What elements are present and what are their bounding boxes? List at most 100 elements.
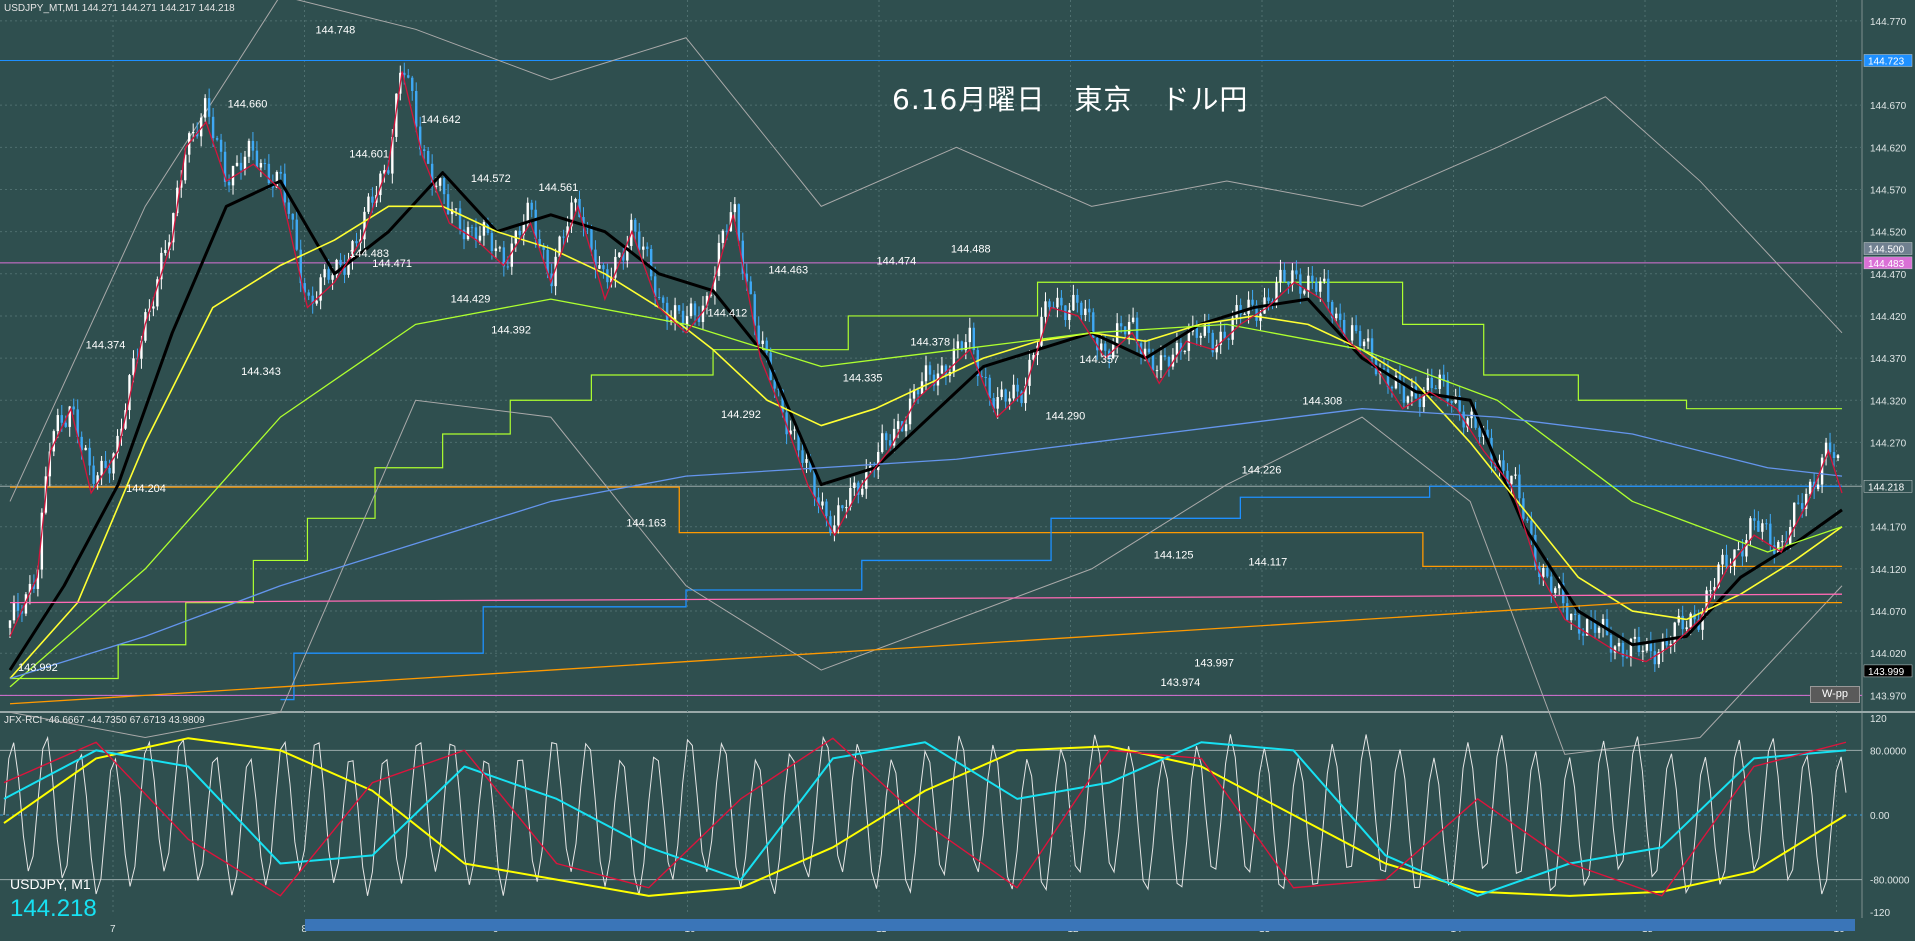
candle-body (1581, 633, 1585, 636)
candle-body (988, 377, 991, 399)
y-tick-label: 144.620 (1870, 143, 1907, 154)
candle-body (1382, 368, 1386, 370)
candle-body (407, 75, 410, 78)
candle-body (1757, 520, 1760, 532)
candle-body (733, 204, 737, 213)
y-tick-label: 144.020 (1870, 649, 1907, 660)
x-tick-label: 7 (110, 924, 116, 935)
y-tick-label: 144.670 (1870, 101, 1907, 112)
price-annotation: 144.488 (951, 244, 991, 256)
candle-body (853, 482, 856, 488)
candle-body (215, 138, 219, 140)
candle-body (805, 459, 808, 463)
candle-body (1434, 388, 1437, 390)
candle-body (1406, 396, 1410, 403)
candle-body (287, 202, 290, 214)
candle-body (737, 204, 741, 241)
candle-body (638, 231, 641, 250)
candle-body (562, 236, 565, 238)
candle-body (104, 460, 107, 468)
candle-body (307, 292, 310, 296)
candle-body (1044, 301, 1047, 317)
candle-body (454, 208, 458, 210)
candle-body (1673, 622, 1676, 644)
candle-body (478, 235, 482, 241)
wpp-label: W-pp (1810, 686, 1860, 703)
candle-body (1753, 518, 1756, 521)
candle-body (1677, 615, 1680, 623)
candle-body (1231, 317, 1234, 340)
price-annotation: 143.974 (1160, 677, 1200, 689)
candle-body (315, 300, 318, 304)
candle-body (482, 222, 486, 236)
price-annotation: 144.290 (1046, 411, 1086, 423)
candle-body (1366, 338, 1370, 342)
candle-body (1765, 523, 1768, 525)
candle-body (1183, 350, 1187, 352)
price-annotation: 143.992 (18, 662, 58, 674)
candle-body (618, 252, 621, 257)
footer-price: 144.218 (10, 895, 97, 922)
rci-y-tick: -120 (1870, 908, 1890, 919)
y-tick-label: 144.270 (1870, 438, 1907, 449)
candle-body (1147, 348, 1151, 353)
candle-body (1155, 370, 1159, 372)
candle-body (725, 230, 729, 232)
candle-body (56, 415, 59, 432)
candle-body (1008, 398, 1011, 402)
candle-body (1016, 384, 1019, 392)
candle-body (952, 348, 956, 373)
price-annotation: 144.572 (471, 173, 511, 185)
candle-body (1350, 325, 1354, 341)
candle-body (235, 162, 239, 166)
candle-body (1836, 455, 1840, 459)
candle-body (387, 170, 390, 174)
right-price-label: 143.999 (1868, 667, 1905, 678)
candle-body (590, 228, 593, 250)
candle-body (801, 450, 804, 463)
price-annotation: 144.125 (1154, 550, 1194, 562)
candle-body (84, 447, 87, 451)
candle-body (1227, 338, 1230, 340)
candle-body (1721, 554, 1724, 565)
price-annotation: 144.117 (1248, 556, 1287, 568)
candle-body (1311, 275, 1314, 282)
candle-body (1577, 614, 1581, 634)
candle-body (685, 316, 689, 325)
candle-body (1816, 484, 1820, 489)
candle-body (861, 488, 864, 495)
candle-body (327, 269, 330, 280)
candle-body (1247, 299, 1250, 314)
candle-body (1550, 576, 1553, 593)
candle-body (1530, 520, 1533, 535)
candle-body (1402, 384, 1406, 403)
price-annotation: 144.204 (126, 483, 166, 495)
candle-body (1060, 297, 1063, 306)
candle-body (92, 465, 95, 484)
candle-body (642, 246, 645, 250)
candle-body (152, 306, 155, 309)
candle-body (422, 149, 426, 151)
candle-body (1251, 299, 1254, 305)
price-annotation: 144.412 (708, 308, 748, 320)
candle-body (984, 377, 987, 379)
rci-y-tick: -80.0000 (1870, 876, 1910, 887)
y-tick-label: 144.570 (1870, 185, 1907, 196)
candle-body (1163, 355, 1167, 358)
candle-body (1243, 313, 1246, 315)
y-tick-label: 144.170 (1870, 523, 1907, 534)
candle-body (1737, 549, 1740, 551)
candle-body (1597, 627, 1601, 633)
y-tick-label: 143.970 (1870, 691, 1907, 702)
candle-body (203, 98, 207, 118)
candle-body (259, 163, 263, 168)
candle-body (1175, 342, 1179, 355)
candle-body (661, 297, 665, 303)
candle-body (821, 501, 824, 506)
candle-body (331, 275, 334, 280)
y-tick-label: 144.120 (1870, 565, 1907, 576)
candle-body (8, 620, 12, 628)
candle-body (1295, 270, 1298, 275)
candle-body (339, 259, 342, 265)
candle-body (888, 440, 892, 446)
